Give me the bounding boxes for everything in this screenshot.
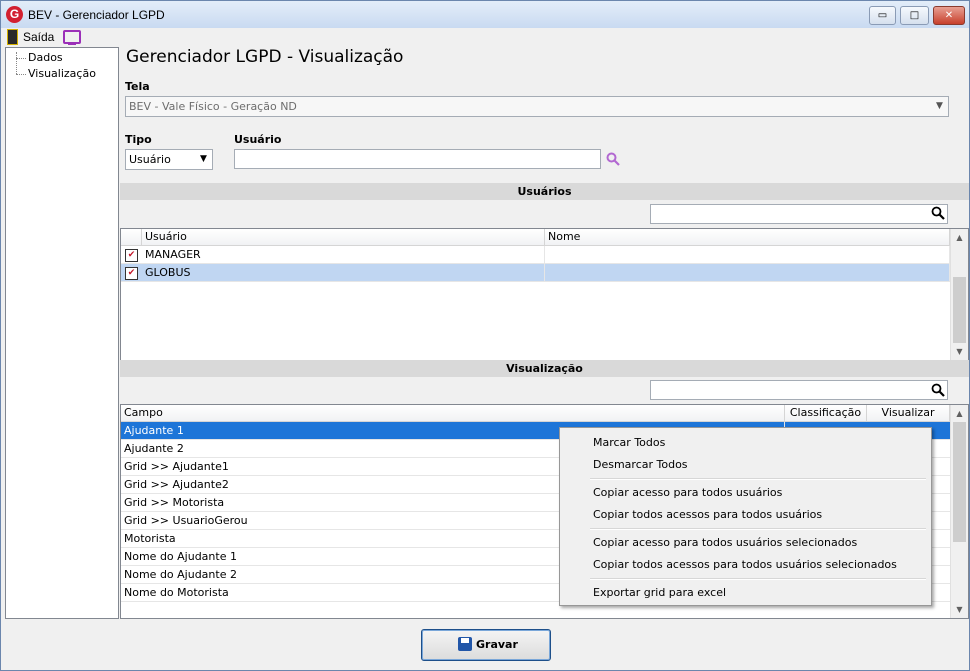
- save-button[interactable]: Gravar: [421, 629, 551, 661]
- column-header-usuario[interactable]: Usuário: [142, 229, 545, 245]
- maximize-icon: □: [909, 10, 920, 21]
- close-button[interactable]: ✕: [933, 6, 965, 25]
- row-checkbox[interactable]: ✔: [125, 249, 138, 262]
- search-icon[interactable]: [931, 206, 945, 220]
- column-header-nome[interactable]: Nome: [545, 229, 950, 245]
- tela-label: Tela: [125, 80, 150, 93]
- monitor-icon[interactable]: [63, 30, 81, 45]
- column-header-classificacao[interactable]: Classificação: [785, 405, 867, 421]
- context-menu: Marcar Todos Desmarcar Todos Copiar aces…: [559, 427, 932, 606]
- visualizacao-section-header: Visualização: [120, 360, 969, 377]
- usuarios-grid: Usuário Nome ✔ MANAGER ✔ GLOBUS ▲ ▼: [120, 228, 969, 361]
- tela-value: BEV - Vale Físico - Geração ND: [129, 100, 297, 113]
- scroll-down-icon[interactable]: ▼: [951, 601, 968, 618]
- exit-door-icon[interactable]: [7, 29, 18, 45]
- app-logo-icon: G: [6, 6, 23, 23]
- usuario-label: Usuário: [234, 133, 282, 146]
- tipo-select[interactable]: Usuário ▼: [125, 149, 213, 170]
- scroll-down-icon[interactable]: ▼: [951, 343, 968, 360]
- column-header-campo[interactable]: Campo: [121, 405, 785, 421]
- menu-item-exportar-excel[interactable]: Exportar grid para excel: [593, 586, 726, 599]
- menu-item-copiar-todos-acessos-selecionados[interactable]: Copiar todos acessos para todos usuários…: [593, 558, 897, 571]
- usuarios-grid-header: Usuário Nome: [121, 229, 950, 246]
- table-row[interactable]: ✔ GLOBUS: [121, 264, 950, 282]
- tree-connector: [16, 52, 17, 74]
- navigation-tree: Dados Visualização: [5, 47, 119, 619]
- scroll-up-icon[interactable]: ▲: [951, 229, 968, 246]
- usuario-input[interactable]: [234, 149, 601, 169]
- menu-bar: Saída: [1, 28, 969, 46]
- chevron-down-icon[interactable]: ▼: [931, 97, 948, 116]
- visualizacao-search-input[interactable]: [650, 380, 948, 400]
- menu-separator: [590, 478, 926, 480]
- save-button-label: Gravar: [476, 638, 518, 651]
- tipo-value: Usuário: [129, 153, 171, 166]
- menu-exit[interactable]: Saída: [23, 30, 54, 44]
- tree-item-dados[interactable]: Dados: [28, 51, 63, 64]
- minimize-button[interactable]: ▭: [869, 6, 896, 25]
- scroll-up-icon[interactable]: ▲: [951, 405, 968, 422]
- tree-connector: [16, 74, 26, 75]
- search-icon[interactable]: [931, 383, 945, 397]
- menu-item-copiar-acesso-selecionados[interactable]: Copiar acesso para todos usuários seleci…: [593, 536, 857, 549]
- main-window: G BEV - Gerenciador LGPD ▭ □ ✕ Saída Dad…: [0, 0, 970, 671]
- usuario-cell: GLOBUS: [142, 264, 545, 282]
- tipo-label: Tipo: [125, 133, 152, 146]
- maximize-button[interactable]: □: [900, 6, 929, 25]
- usuarios-section-header: Usuários: [120, 183, 969, 200]
- nome-cell: [545, 246, 950, 264]
- minimize-icon: ▭: [877, 10, 888, 21]
- floppy-disk-icon: [458, 637, 472, 651]
- title-bar[interactable]: G BEV - Gerenciador LGPD ▭ □ ✕: [1, 1, 969, 28]
- tela-select[interactable]: BEV - Vale Físico - Geração ND ▼: [125, 96, 949, 117]
- scroll-thumb[interactable]: [953, 277, 966, 343]
- scroll-thumb[interactable]: [953, 422, 966, 542]
- visualizacao-grid-header: Campo Classificação Visualizar: [121, 405, 950, 422]
- column-header-check[interactable]: [121, 229, 142, 245]
- table-row[interactable]: ✔ MANAGER: [121, 246, 950, 264]
- menu-separator: [590, 578, 926, 580]
- usuarios-search-input[interactable]: [650, 204, 948, 224]
- tree-item-visualizacao[interactable]: Visualização: [28, 67, 96, 80]
- usuario-cell: MANAGER: [142, 246, 545, 264]
- window-title: BEV - Gerenciador LGPD: [28, 8, 165, 22]
- page-title: Gerenciador LGPD - Visualização: [126, 47, 404, 67]
- menu-item-marcar-todos[interactable]: Marcar Todos: [593, 436, 665, 449]
- menu-item-copiar-todos-acessos-todos[interactable]: Copiar todos acessos para todos usuários: [593, 508, 822, 521]
- nome-cell: [545, 264, 950, 282]
- row-checkbox[interactable]: ✔: [125, 267, 138, 280]
- menu-item-copiar-acesso-todos[interactable]: Copiar acesso para todos usuários: [593, 486, 782, 499]
- chevron-down-icon[interactable]: ▼: [195, 150, 212, 169]
- close-icon: ✕: [944, 10, 954, 21]
- tree-connector: [16, 58, 26, 59]
- usuarios-scrollbar[interactable]: ▲ ▼: [950, 229, 968, 360]
- menu-item-desmarcar-todos[interactable]: Desmarcar Todos: [593, 458, 688, 471]
- column-header-visualizar[interactable]: Visualizar: [867, 405, 950, 421]
- search-icon[interactable]: [606, 152, 620, 166]
- menu-separator: [590, 528, 926, 530]
- visualizacao-scrollbar[interactable]: ▲ ▼: [950, 405, 968, 618]
